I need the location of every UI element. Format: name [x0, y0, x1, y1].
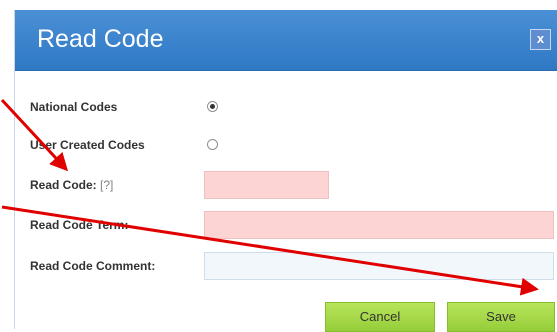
- close-button[interactable]: x: [530, 29, 551, 50]
- user-created-codes-label: User Created Codes: [30, 138, 145, 152]
- read-code-comment-input[interactable]: [204, 252, 554, 280]
- read-code-term-input[interactable]: [204, 211, 554, 239]
- national-codes-radio[interactable]: [207, 101, 218, 112]
- read-code-label: Read Code: [?]: [30, 178, 113, 192]
- dialog-title: Read Code: [37, 25, 164, 53]
- read-code-dialog: Read Code x National Codes User Created …: [14, 10, 557, 332]
- national-codes-label: National Codes: [30, 100, 118, 114]
- read-code-comment-label: Read Code Comment:: [30, 259, 156, 273]
- cancel-button[interactable]: Cancel: [325, 302, 435, 332]
- user-created-codes-radio[interactable]: [207, 139, 218, 150]
- dialog-titlebar: Read Code x: [15, 10, 557, 71]
- read-code-input[interactable]: [204, 171, 329, 199]
- read-code-term-label: Read Code Term:: [30, 218, 129, 232]
- save-button[interactable]: Save: [447, 302, 555, 332]
- read-code-label-text: Read Code:: [30, 178, 97, 192]
- read-code-help-link[interactable]: [?]: [100, 178, 113, 192]
